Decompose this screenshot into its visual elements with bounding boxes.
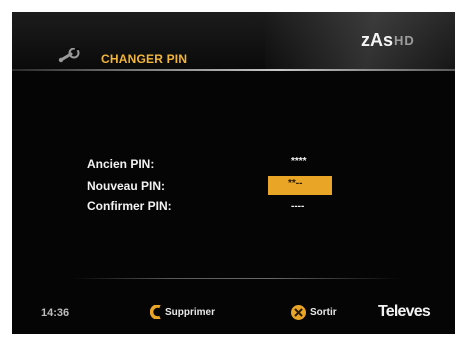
brand-name: zAs <box>361 30 394 50</box>
exit-icon <box>291 305 306 320</box>
header-bar: CHANGER PIN zAsHD <box>12 12 455 71</box>
old-pin-field[interactable]: **** <box>291 157 307 167</box>
new-pin-field[interactable]: **-- <box>268 176 332 195</box>
exit-button[interactable]: Sortir <box>291 305 337 320</box>
delete-button[interactable]: Supprimer <box>150 305 215 319</box>
televes-logo: Televes <box>378 303 431 320</box>
clock: 14:36 <box>41 307 70 319</box>
page-title: CHANGER PIN <box>101 52 188 66</box>
brand-logo: zAsHD <box>361 30 415 51</box>
yellow-key-icon <box>150 305 161 319</box>
delete-label: Supprimer <box>165 306 216 318</box>
exit-label: Sortir <box>310 307 337 318</box>
header-divider <box>12 69 455 71</box>
new-pin-label: Nouveau PIN: <box>87 179 166 193</box>
tv-screen: CHANGER PIN zAsHD Ancien PIN: **** Nouve… <box>12 12 455 334</box>
old-pin-label: Ancien PIN: <box>87 157 155 171</box>
wrench-icon <box>58 48 80 63</box>
new-pin-value: **-- <box>288 178 303 189</box>
confirm-pin-field[interactable]: ---- <box>291 202 304 212</box>
confirm-pin-label: Confirmer PIN: <box>87 199 172 213</box>
brand-suffix: HD <box>394 33 415 48</box>
footer-divider <box>72 278 402 279</box>
